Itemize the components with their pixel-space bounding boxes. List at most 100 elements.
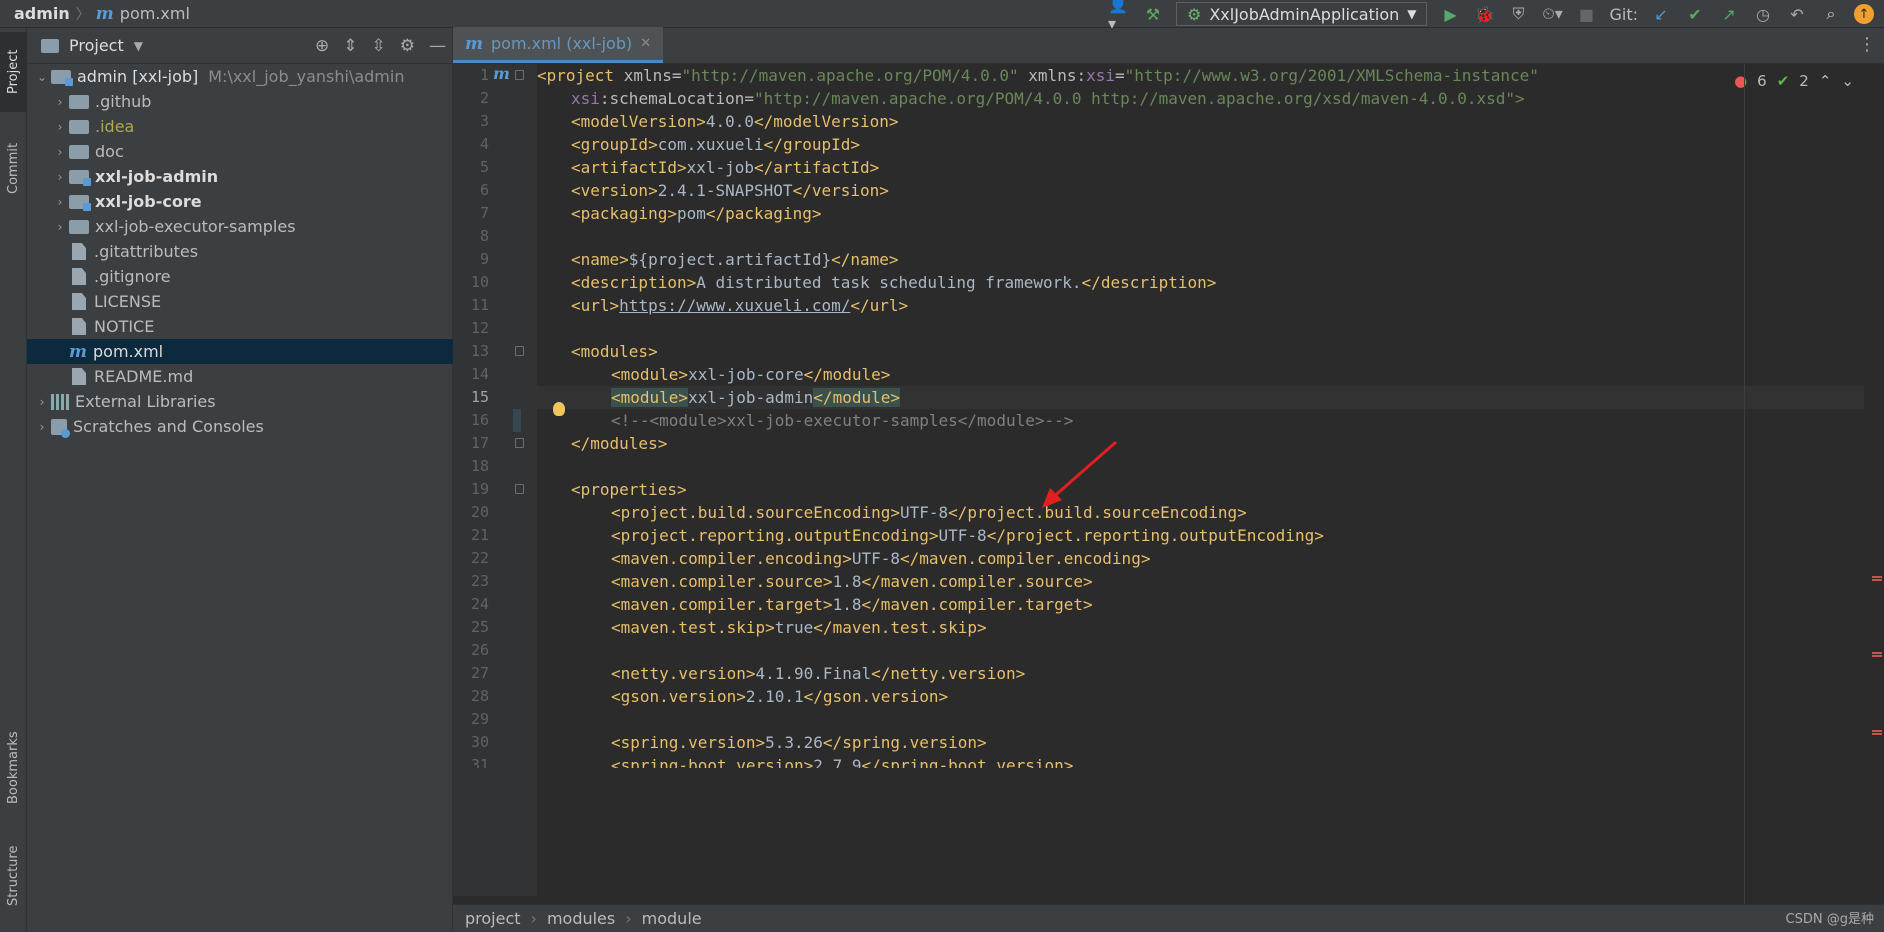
tree-item-external-libraries[interactable]: › External Libraries: [27, 389, 453, 414]
build-hammer-icon[interactable]: ⚒: [1142, 3, 1164, 25]
breadcrumb-module-tag[interactable]: module: [642, 909, 702, 928]
search-icon[interactable]: ⌕: [1820, 3, 1842, 25]
change-marker[interactable]: [513, 409, 521, 432]
fold-marker-icon[interactable]: [515, 70, 524, 80]
chevron-down-icon[interactable]: ▼: [134, 39, 143, 53]
collapsed-arrow-icon[interactable]: ›: [51, 120, 69, 134]
structure-tool-tab[interactable]: Structure: [0, 828, 27, 924]
error-marker[interactable]: [1872, 652, 1882, 654]
breadcrumb-file[interactable]: pom.xml: [120, 4, 190, 23]
user-icon[interactable]: 👤▾: [1108, 0, 1130, 33]
project-tree: ⌄ admin [xxl-job] M:\xxl_job_yanshi\admi…: [27, 64, 453, 439]
tree-item-github[interactable]: › .github: [27, 89, 453, 114]
coverage-icon[interactable]: ⛨: [1507, 3, 1529, 25]
collapsed-arrow-icon[interactable]: ›: [51, 195, 69, 209]
breadcrumb-project-tag[interactable]: project: [465, 909, 521, 928]
gear-icon[interactable]: ⚙: [400, 36, 415, 56]
tree-item-executor-samples[interactable]: › xxl-job-executor-samples: [27, 214, 453, 239]
code-area[interactable]: <project xmlns="http://maven.apache.org/…: [537, 64, 1884, 896]
line-number: 1: [479, 66, 489, 84]
line-number: 20: [470, 503, 489, 521]
fold-marker-icon[interactable]: [515, 484, 524, 494]
line-number: 12: [470, 319, 489, 337]
inspection-widget[interactable]: ● 6 ✔ 2 ⌃ ⌄: [1734, 72, 1854, 90]
update-icon[interactable]: ↑: [1854, 4, 1874, 24]
error-marker[interactable]: [1872, 655, 1882, 657]
collapsed-arrow-icon[interactable]: ›: [51, 95, 69, 109]
tab-pom-xml[interactable]: m pom.xml (xxl-job) ✕: [453, 27, 664, 63]
error-stripe[interactable]: [1864, 64, 1884, 896]
hide-icon[interactable]: —: [429, 36, 446, 56]
stop-icon[interactable]: ■: [1575, 3, 1597, 25]
collapsed-arrow-icon[interactable]: ›: [51, 170, 69, 184]
toolbar: 👤▾ ⚒ ⚙ XxlJobAdminApplication ▼ ▶ 🐞 ⛨ ⏲▾…: [1108, 0, 1884, 33]
left-tool-strip: Project Commit Bookmarks Structure: [0, 28, 27, 932]
history-icon[interactable]: ◷: [1752, 3, 1774, 25]
fold-marker-icon[interactable]: [515, 438, 524, 448]
collapsed-arrow-icon[interactable]: ›: [33, 395, 51, 409]
code-line: <modelVersion>4.0.0</modelVersion>: [537, 110, 1884, 133]
tree-item-notice[interactable]: NOTICE: [27, 314, 453, 339]
line-number: 8: [479, 227, 489, 245]
tree-item-label: README.md: [94, 367, 194, 386]
tree-item-license[interactable]: LICENSE: [27, 289, 453, 314]
breadcrumb-modules-tag[interactable]: modules: [547, 909, 615, 928]
line-number: 4: [479, 135, 489, 153]
tree-item-pom-xml[interactable]: m pom.xml: [27, 339, 453, 364]
tree-item-xxl-job-core[interactable]: › xxl-job-core: [27, 189, 453, 214]
git-commit-icon[interactable]: ✔: [1684, 3, 1706, 25]
error-marker[interactable]: [1872, 730, 1882, 732]
tree-item-doc[interactable]: › doc: [27, 139, 453, 164]
bookmarks-tool-tab[interactable]: Bookmarks: [0, 718, 27, 818]
tree-item-readme[interactable]: README.md: [27, 364, 453, 389]
chevron-up-icon[interactable]: ⌃: [1819, 72, 1832, 90]
tree-item-gitattributes[interactable]: .gitattributes: [27, 239, 453, 264]
tree-item-root[interactable]: ⌄ admin [xxl-job] M:\xxl_job_yanshi\admi…: [27, 64, 453, 89]
git-push-icon[interactable]: ↗: [1718, 3, 1740, 25]
commit-tool-tab[interactable]: Commit: [0, 128, 27, 208]
close-icon[interactable]: ✕: [640, 36, 651, 51]
fold-marker-icon[interactable]: [515, 346, 524, 356]
code-line: <modules>: [537, 340, 1884, 363]
expand-all-icon[interactable]: ⇕: [343, 36, 357, 56]
more-tabs-icon[interactable]: ⋮: [1858, 34, 1876, 55]
xml-text: 4.0.0: [705, 112, 755, 131]
run-configuration-label: XxlJobAdminApplication: [1209, 4, 1400, 24]
git-update-icon[interactable]: ↙: [1650, 3, 1672, 25]
breadcrumb-project[interactable]: admin: [14, 4, 70, 23]
intention-bulb-icon[interactable]: [553, 402, 565, 416]
tree-item-idea[interactable]: › .idea: [27, 114, 453, 139]
error-marker[interactable]: [1872, 733, 1882, 735]
tree-item-label: pom.xml: [93, 342, 164, 361]
code-line: <project xmlns="http://maven.apache.org/…: [537, 64, 1884, 87]
debug-icon[interactable]: 🐞: [1473, 3, 1495, 25]
line-number: 6: [479, 181, 489, 199]
profiler-icon[interactable]: ⏲▾: [1541, 3, 1563, 25]
expand-arrow-icon[interactable]: ⌄: [33, 70, 51, 84]
code-line: <module>xxl-job-core</module>: [537, 363, 1884, 386]
collapsed-arrow-icon[interactable]: ›: [51, 145, 69, 159]
chevron-down-icon[interactable]: ⌄: [1841, 72, 1854, 90]
xml-tag: <netty.version>: [611, 664, 756, 683]
line-number: 28: [470, 687, 489, 705]
collapsed-arrow-icon[interactable]: ›: [51, 220, 69, 234]
project-view-title[interactable]: Project: [69, 36, 124, 55]
maven-gutter-icon[interactable]: m: [493, 64, 510, 83]
editor: m pom.xml (xxl-job) ✕ ⋮ 1 2 3 4 5 6 7 8 9 10 11 12 1…: [453, 27, 1884, 932]
collapse-all-icon[interactable]: ⇳: [372, 36, 386, 56]
tree-item-scratches[interactable]: › Scratches and Consoles: [27, 414, 453, 439]
project-tool-tab[interactable]: Project: [0, 32, 27, 112]
run-configuration-dropdown[interactable]: ⚙ XxlJobAdminApplication ▼: [1175, 2, 1428, 26]
run-icon[interactable]: ▶: [1439, 3, 1461, 25]
tree-item-xxl-job-admin[interactable]: › xxl-job-admin: [27, 164, 453, 189]
collapsed-arrow-icon[interactable]: ›: [33, 420, 51, 434]
annotation-arrow-icon: [1042, 440, 1117, 508]
code-line: <properties>: [537, 478, 1884, 501]
rollback-icon[interactable]: ↶: [1786, 3, 1808, 25]
error-marker[interactable]: [1872, 579, 1882, 581]
tree-item-gitignore[interactable]: .gitignore: [27, 264, 453, 289]
xml-text: ${project.artifactId}: [628, 250, 832, 269]
url-link[interactable]: https://www.xuxueli.com/: [619, 296, 850, 315]
error-marker[interactable]: [1872, 576, 1882, 578]
locate-icon[interactable]: ⊕: [315, 36, 329, 56]
